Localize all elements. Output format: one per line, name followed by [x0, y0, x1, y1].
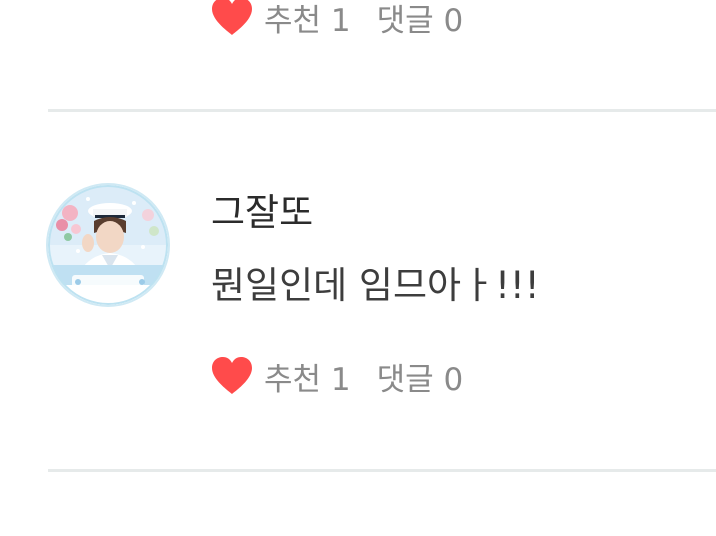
- avatar[interactable]: [48, 185, 168, 305]
- comment-actions: 추천 1 댓글 0: [210, 0, 464, 40]
- divider: [48, 469, 716, 472]
- reply-count[interactable]: 댓글 0: [377, 0, 464, 40]
- comment-author[interactable]: 그잘또: [211, 190, 313, 236]
- like-count[interactable]: 추천 1: [264, 0, 351, 40]
- heart-icon[interactable]: [210, 0, 254, 37]
- divider: [48, 109, 716, 112]
- comment-list: 추천 1 댓글 0 그잘또 뭔일인데 임므아ㅏ!!! 추천 1 댓글 0: [0, 0, 716, 536]
- comment-actions: 추천 1 댓글 0: [210, 354, 464, 399]
- reply-count[interactable]: 댓글 0: [377, 354, 464, 399]
- like-count[interactable]: 추천 1: [264, 354, 351, 399]
- heart-icon[interactable]: [210, 356, 254, 396]
- comment-text: 뭔일인데 임므아ㅏ!!!: [211, 264, 540, 307]
